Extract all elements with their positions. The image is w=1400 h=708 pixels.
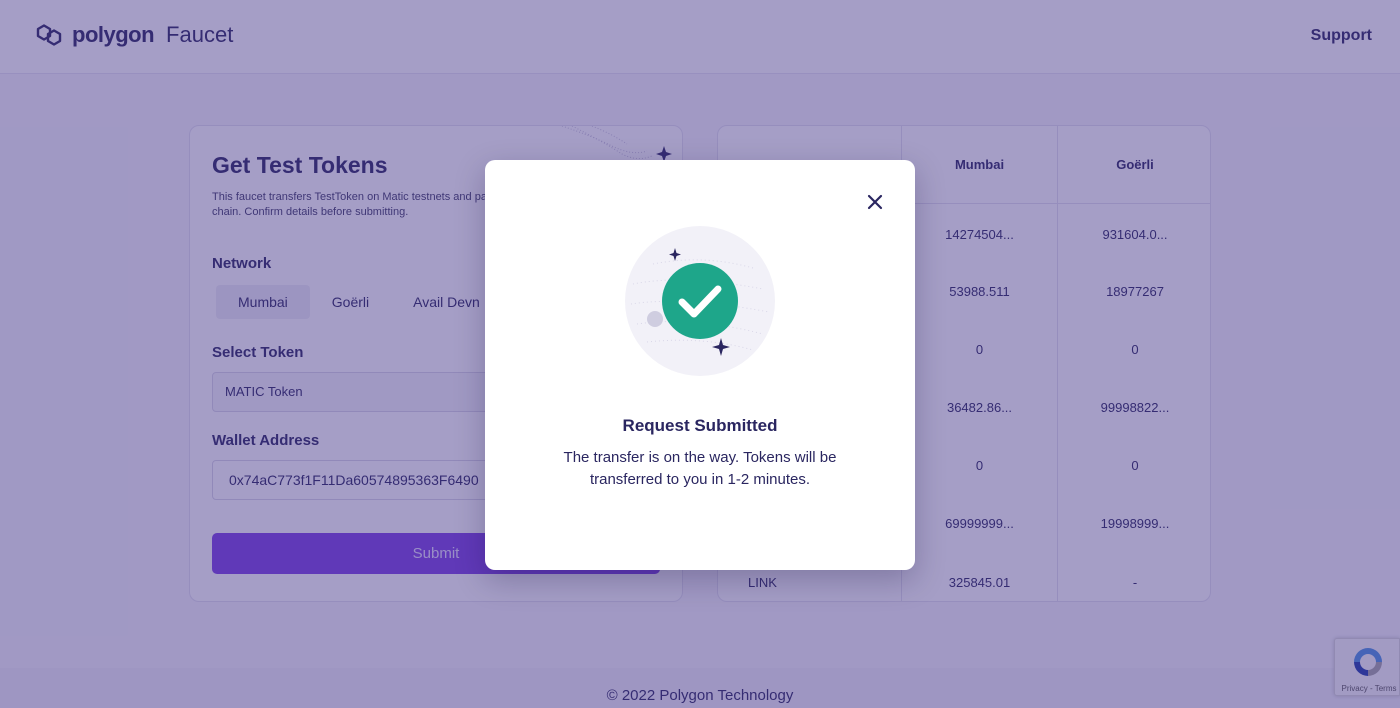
modal-title: Request Submitted [622, 416, 778, 435]
request-submitted-modal: Request Submitted The transfer is on the… [485, 160, 915, 570]
success-check-icon [625, 226, 775, 376]
close-icon[interactable] [865, 192, 885, 212]
modal-message: The transfer is on the way. Tokens will … [563, 449, 837, 488]
